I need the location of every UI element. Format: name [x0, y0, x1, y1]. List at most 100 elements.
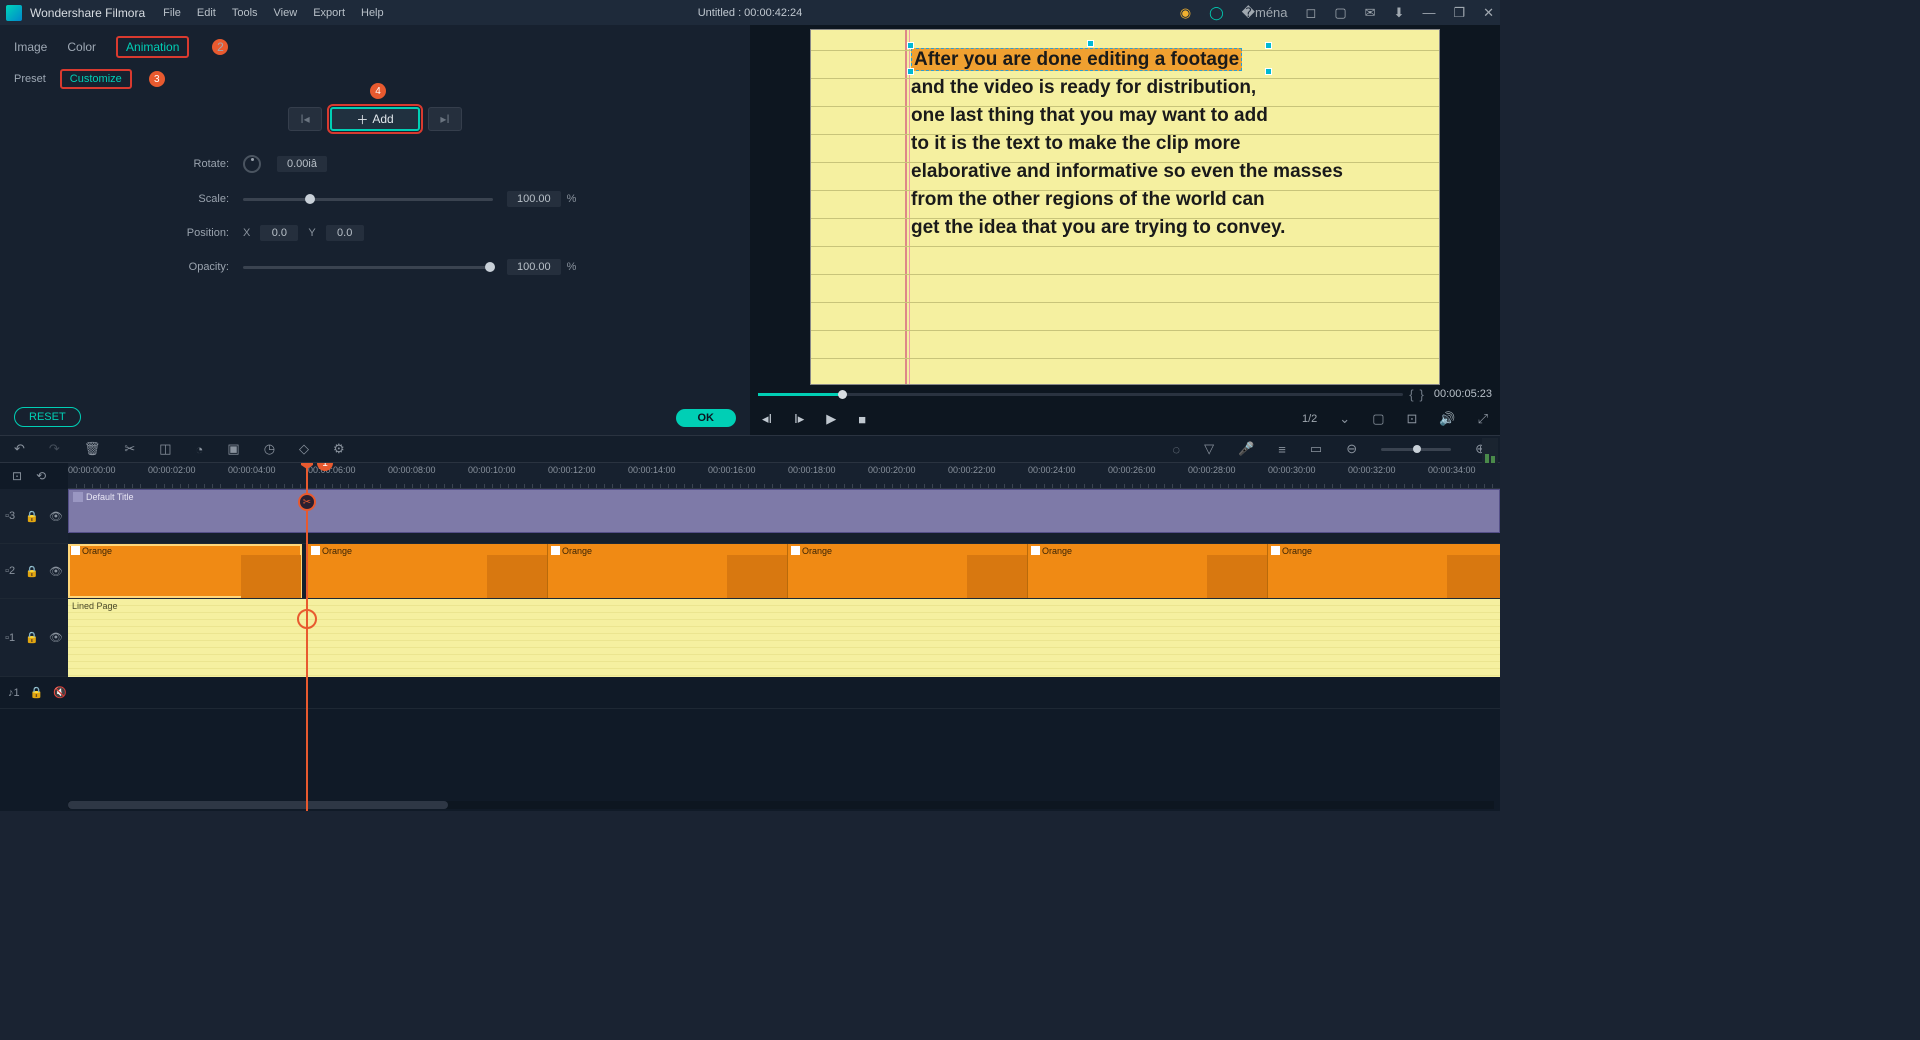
rotate-value[interactable]: 0.00iâ [277, 156, 327, 172]
account-icon[interactable]: ◻ [1306, 5, 1317, 21]
minimize-icon[interactable]: — [1422, 5, 1435, 20]
mail-icon[interactable]: ✉ [1365, 5, 1376, 21]
keyframe-add-button[interactable]: ＋ Add [330, 107, 420, 131]
scale-slider[interactable] [243, 198, 493, 201]
playhead[interactable]: 1 ✂ [306, 463, 308, 811]
timer-icon[interactable]: ◷ [264, 441, 275, 457]
timeline-link-icon[interactable]: ⟲ [36, 469, 46, 483]
clip-orange[interactable]: Orange [68, 544, 302, 598]
save-icon[interactable]: ▢ [1334, 5, 1346, 21]
lock-icon[interactable]: 🔒 [25, 510, 39, 523]
fullscreen-icon[interactable]: ⤢ [1478, 411, 1488, 427]
preview-text-line: from the other regions of the world can [911, 186, 1379, 214]
opacity-slider[interactable] [243, 266, 493, 269]
capture-icon[interactable]: ▭ [1310, 441, 1322, 457]
clip-orange[interactable]: Orange [1028, 544, 1268, 598]
preview-canvas[interactable]: After you are done editing a footage and… [810, 29, 1440, 385]
clip-orange[interactable]: Orange [308, 544, 548, 598]
opacity-value[interactable]: 100.00 [507, 259, 561, 275]
preview-scrubber[interactable] [758, 393, 1403, 396]
zoom-out-icon[interactable]: ⊖ [1346, 441, 1357, 457]
voiceover-icon[interactable]: 🎤 [1238, 441, 1254, 457]
frame-back-button[interactable]: ◂I [762, 411, 772, 427]
position-y-value[interactable]: 0.0 [326, 225, 364, 241]
menu-help[interactable]: Help [361, 7, 384, 19]
playhead-cut-icon[interactable]: ✂ [298, 493, 316, 511]
gift-icon[interactable]: �ména [1242, 5, 1288, 21]
stop-button[interactable]: ■ [858, 412, 866, 427]
rotate-dial[interactable] [243, 155, 261, 173]
keyframe-next-button[interactable]: ▸I [428, 107, 462, 131]
eye-icon[interactable]: 👁 [49, 510, 63, 523]
mark-in-icon[interactable]: { [1409, 387, 1413, 402]
frame-forward-button[interactable]: I▸ [794, 411, 804, 427]
subtab-preset[interactable]: Preset [14, 73, 46, 85]
lock-icon[interactable]: 🔒 [25, 565, 39, 578]
keyframe-icon[interactable]: ◇ [299, 441, 309, 457]
menu-view[interactable]: View [274, 7, 298, 19]
ok-button[interactable]: OK [676, 409, 737, 427]
snapshot-icon[interactable]: ⊡ [1407, 411, 1418, 427]
adjust-icon[interactable]: ⚙ [333, 441, 345, 457]
headset-icon[interactable]: ◯ [1209, 5, 1224, 21]
lightbulb-icon[interactable]: ◉ [1180, 5, 1191, 21]
tab-color[interactable]: Color [67, 40, 96, 54]
eye-icon[interactable]: 👁 [49, 631, 63, 644]
preview-ratio[interactable]: 1/2 [1302, 413, 1317, 425]
menu-file[interactable]: File [163, 7, 181, 19]
delete-icon[interactable]: 🗑 [84, 441, 101, 457]
render-icon[interactable]: ◌ [1172, 442, 1180, 457]
app-name: Wondershare Filmora [30, 6, 145, 20]
subtab-customize[interactable]: Customize [60, 69, 132, 89]
selection-handle[interactable] [907, 42, 914, 49]
position-x-value[interactable]: 0.0 [260, 225, 298, 241]
lock-icon[interactable]: 🔒 [30, 686, 44, 699]
track-label: ♪1 [8, 687, 20, 699]
color-icon[interactable]: ▣ [227, 441, 239, 457]
tab-animation[interactable]: Animation [116, 36, 189, 58]
redo-icon[interactable]: ↷ [49, 441, 60, 457]
timeline-ruler[interactable]: 00:00:00:0000:00:02:0000:00:04:0000:00:0… [68, 463, 1500, 489]
clip-orange[interactable]: Orange [788, 544, 1028, 598]
preview-text-line: elaborative and informative so even the … [911, 158, 1379, 186]
eye-icon[interactable]: 👁 [49, 565, 63, 578]
scale-value[interactable]: 100.00 [507, 191, 561, 207]
clip-default-title[interactable]: Default Title [68, 489, 1500, 533]
selection-handle[interactable] [1087, 40, 1094, 47]
preview-text-line: and the video is ready for distribution, [911, 74, 1379, 102]
clip-orange[interactable]: Orange [548, 544, 788, 598]
zoom-slider[interactable] [1381, 448, 1451, 451]
maximize-icon[interactable]: ❐ [1453, 5, 1465, 21]
menu-tools[interactable]: Tools [232, 7, 258, 19]
download-icon[interactable]: ⬇ [1394, 5, 1405, 21]
volume-icon[interactable]: 🔊 [1439, 411, 1455, 427]
keyframe-prev-button[interactable]: I◂ [288, 107, 322, 131]
menu-export[interactable]: Export [313, 7, 345, 19]
display-icon[interactable]: ▢ [1372, 411, 1384, 427]
close-icon[interactable]: ✕ [1483, 5, 1494, 21]
selection-handle[interactable] [907, 68, 914, 75]
menu-edit[interactable]: Edit [197, 7, 216, 19]
timeline-fit-icon[interactable]: ⊡ [12, 469, 22, 483]
marker-icon[interactable]: ▽ [1204, 441, 1214, 457]
clip-orange[interactable]: Orange [1268, 544, 1500, 598]
speed-icon[interactable]: ◔ [196, 442, 204, 457]
reset-button[interactable]: RESET [14, 407, 81, 427]
clip-lined-page[interactable]: Lined Page [68, 599, 1500, 677]
lock-icon[interactable]: 🔒 [25, 631, 39, 644]
selection-handle[interactable] [1265, 42, 1272, 49]
split-icon[interactable]: ✂ [124, 441, 135, 457]
audio-mixer-icon[interactable]: ≡ [1278, 442, 1286, 457]
timeline-scrollbar[interactable] [68, 801, 1494, 809]
tab-image[interactable]: Image [14, 40, 47, 54]
undo-icon[interactable]: ↶ [14, 441, 25, 457]
crop-icon[interactable]: ◫ [159, 441, 171, 457]
mute-icon[interactable]: 🔇 [53, 686, 67, 699]
preview-text-line-highlighted[interactable]: After you are done editing a footage [911, 48, 1242, 71]
selection-handle[interactable] [1265, 68, 1272, 75]
playhead-ring-icon [297, 609, 317, 629]
mark-out-icon[interactable]: } [1420, 387, 1424, 402]
track-video-3: ▫3🔒👁 Default Title [0, 489, 1500, 544]
play-button[interactable]: ▶ [826, 411, 836, 427]
chevron-down-icon[interactable]: ⌄ [1339, 411, 1350, 427]
